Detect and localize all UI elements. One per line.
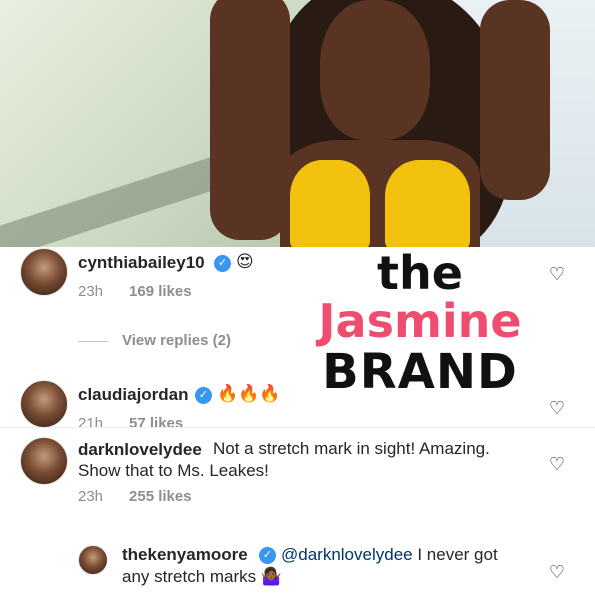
view-replies-label: View replies (2) <box>122 332 231 349</box>
replies-line <box>78 340 108 342</box>
verified-badge-icon: ✓ <box>259 547 276 564</box>
photo-subject <box>210 0 550 247</box>
comment-username[interactable]: cynthiabailey10 <box>78 253 205 273</box>
verified-badge-icon: ✓ <box>214 255 231 272</box>
comment-likes[interactable]: 57 likes <box>129 415 183 432</box>
mention-link[interactable]: @darknlovelydee <box>281 545 413 564</box>
comment-time: 21h <box>78 415 104 432</box>
comment-username[interactable]: darknlovelydee <box>78 440 202 460</box>
avatar[interactable] <box>20 248 68 296</box>
comment-username[interactable]: claudiajordan <box>78 385 189 405</box>
avatar[interactable] <box>20 437 68 485</box>
comment-meta: 21h 57 likes <box>78 415 183 432</box>
comment-username[interactable]: thekenyamoore <box>122 545 248 565</box>
arm-left <box>210 0 290 240</box>
comment-meta: 23h 169 likes <box>78 283 192 300</box>
arm-right <box>480 0 550 200</box>
comment-text-line2: Show that to Ms. Leakes! <box>78 461 269 480</box>
comment-likes[interactable]: 255 likes <box>129 488 192 505</box>
verified-badge-icon: ✓ <box>195 387 212 404</box>
heart-outline-icon[interactable]: ♡ <box>549 264 565 285</box>
avatar[interactable] <box>78 545 108 575</box>
heart-outline-icon[interactable]: ♡ <box>549 398 565 419</box>
comment-text-line1: @darknlovelydee I never got <box>281 544 498 566</box>
bikini-right <box>385 160 470 247</box>
comment-text: 🔥🔥🔥 <box>217 384 281 403</box>
comment-text-line2: any stretch marks 🤷🏾‍♀️ <box>122 567 283 586</box>
brand-jasmine: Jasmine <box>318 294 522 348</box>
face <box>320 0 430 140</box>
heart-outline-icon[interactable]: ♡ <box>549 454 565 475</box>
post-photo <box>0 0 595 247</box>
brand-the: the <box>377 246 463 300</box>
comment-divider <box>0 427 595 428</box>
heart-outline-icon[interactable]: ♡ <box>549 562 565 583</box>
brand-watermark: the Jasmine BRAND <box>300 250 540 398</box>
comment-time: 23h <box>78 283 104 300</box>
avatar[interactable] <box>20 380 68 428</box>
comment-meta: 23h 255 likes <box>78 488 192 505</box>
comment-text-after-mention: I never got <box>417 545 498 564</box>
comment-likes[interactable]: 169 likes <box>129 283 192 300</box>
comment-text: 😍 <box>236 252 254 271</box>
bikini-left <box>290 160 370 247</box>
comment-time: 23h <box>78 488 104 505</box>
brand-brand: BRAND <box>322 344 518 400</box>
comment-text-line1: Not a stretch mark in sight! Amazing. <box>213 439 490 458</box>
view-replies-button[interactable]: View replies (2) <box>78 332 231 349</box>
